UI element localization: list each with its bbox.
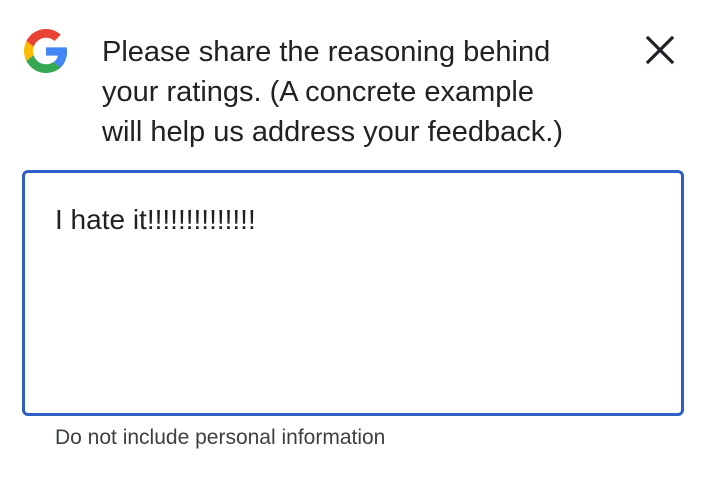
- close-button[interactable]: [640, 30, 680, 70]
- google-logo: [24, 29, 68, 73]
- prompt-line: your ratings. (A concrete example: [102, 76, 534, 108]
- dialog-prompt: Please share the reasoning behind your r…: [102, 32, 622, 152]
- prompt-line: will help us address your feedback.): [102, 116, 564, 148]
- feedback-textarea[interactable]: I hate it!!!!!!!!!!!!!!: [22, 170, 684, 416]
- prompt-line: Please share the reasoning behind: [102, 36, 551, 68]
- helper-text: Do not include personal information: [55, 426, 386, 449]
- close-icon: [645, 35, 675, 65]
- google-g-icon: [24, 29, 68, 73]
- feedback-textarea-value: I hate it!!!!!!!!!!!!!!: [55, 204, 256, 235]
